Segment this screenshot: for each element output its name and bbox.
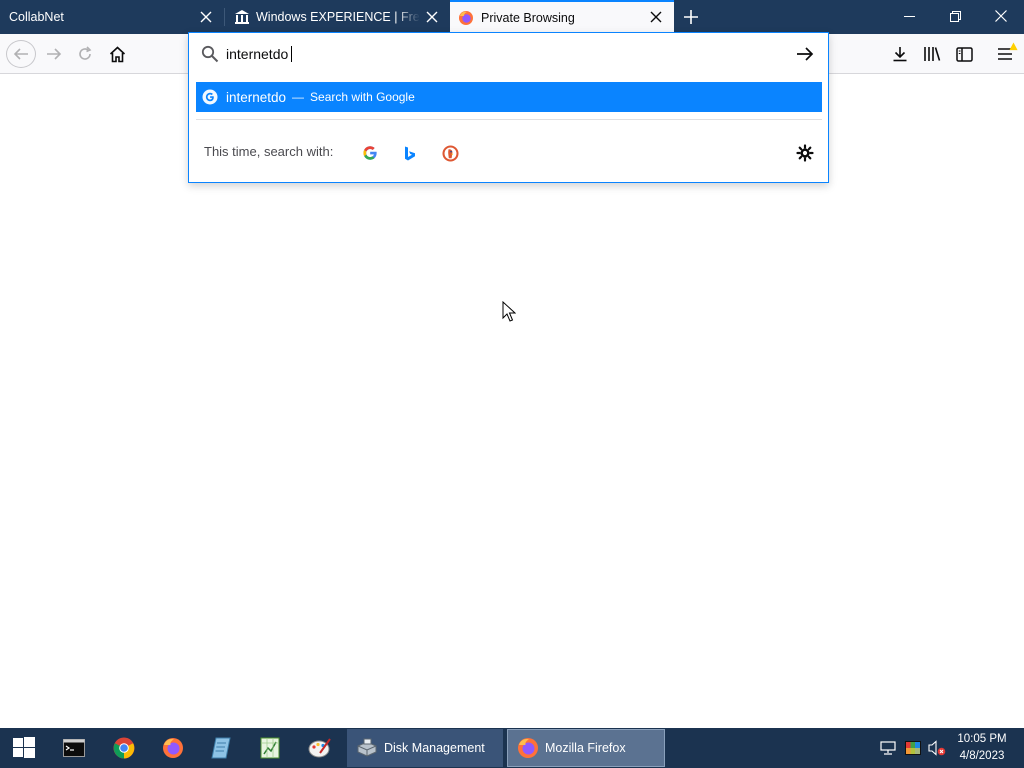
- minimize-button[interactable]: [886, 0, 932, 32]
- museum-icon: [234, 9, 250, 25]
- taskbar-app-label: Disk Management: [384, 741, 485, 755]
- suggestion-text: internetdo: [226, 89, 287, 105]
- minimize-icon: [903, 15, 915, 17]
- search-settings-button[interactable]: [793, 141, 817, 165]
- duckduckgo-icon: [441, 144, 459, 162]
- taskbar-mozilla-firefox[interactable]: Mozilla Firefox: [507, 729, 665, 767]
- home-icon: [109, 45, 125, 62]
- mouse-cursor-icon: [502, 301, 516, 322]
- restore-icon: [949, 10, 961, 22]
- suggestion-action: Search with Google: [310, 90, 415, 104]
- sidebar-button[interactable]: [950, 40, 978, 68]
- taskbar-firefox[interactable]: [153, 732, 193, 764]
- tab-collabnet[interactable]: CollabNet: [0, 0, 224, 34]
- clock-time: 10:05 PM: [957, 733, 1007, 745]
- firefox-icon: [517, 737, 539, 759]
- network-tray-icon[interactable]: [879, 738, 897, 758]
- tab-windows-experience[interactable]: Windows EXPERIENCE | Freestyle: [225, 0, 450, 34]
- home-button[interactable]: [103, 40, 131, 68]
- taskbar-paint[interactable]: [300, 732, 340, 764]
- close-tab-icon[interactable]: [424, 9, 440, 25]
- disk-management-icon: [356, 737, 378, 759]
- urlbar: [189, 33, 828, 75]
- taskbar: Disk Management Mozilla Firefox 10:05 PM…: [0, 728, 1024, 768]
- one-off-search-label: This time, search with:: [204, 144, 334, 159]
- search-suggestion-row[interactable]: internetdo — Search with Google: [196, 82, 822, 112]
- arrow-right-icon: [797, 47, 814, 61]
- close-tab-icon[interactable]: [648, 9, 664, 25]
- bing-search-engine-button[interactable]: [398, 141, 422, 165]
- back-icon: [13, 48, 28, 60]
- chrome-icon: [113, 737, 135, 759]
- google-search-engine-button[interactable]: [358, 141, 382, 165]
- notepad-icon: [211, 737, 231, 759]
- downloads-button[interactable]: [886, 40, 914, 68]
- windows-logo-icon: [13, 737, 35, 758]
- duckduckgo-search-engine-button[interactable]: [438, 141, 462, 165]
- tab-title: Private Browsing: [481, 11, 575, 25]
- url-input[interactable]: [226, 43, 786, 65]
- restore-button[interactable]: [932, 0, 978, 32]
- gear-icon: [796, 144, 814, 162]
- google-icon: [202, 89, 218, 105]
- suggestion-separator: —: [292, 90, 305, 104]
- taskbar-spreadsheet[interactable]: [250, 732, 290, 764]
- taskbar-notepad[interactable]: [201, 732, 241, 764]
- firefox-icon: [458, 10, 474, 26]
- forward-button[interactable]: [40, 40, 68, 68]
- start-button[interactable]: [4, 732, 44, 764]
- reload-button[interactable]: [71, 40, 99, 68]
- tab-strip: CollabNet Windows EXPERIENCE | Freestyle…: [0, 0, 1024, 34]
- taskbar-app-label: Mozilla Firefox: [545, 741, 626, 755]
- taskbar-chrome[interactable]: [104, 732, 144, 764]
- taskbar-disk-management[interactable]: Disk Management: [347, 729, 503, 767]
- bing-icon: [405, 146, 415, 160]
- command-prompt-icon: [63, 739, 85, 757]
- tab-title: Windows EXPERIENCE | Freestyle: [256, 10, 420, 24]
- system-clock[interactable]: 10:05 PM 4/8/2023: [952, 731, 1012, 765]
- volume-muted-tray-icon[interactable]: [928, 738, 946, 758]
- google-icon: [363, 146, 377, 160]
- paint-icon: [308, 738, 331, 758]
- forward-icon: [47, 48, 62, 60]
- text-caret: [291, 46, 292, 62]
- plus-icon: [684, 10, 698, 24]
- tab-title: CollabNet: [9, 10, 64, 24]
- reload-icon: [79, 46, 92, 60]
- spreadsheet-icon: [260, 737, 280, 759]
- close-tab-icon[interactable]: [198, 9, 214, 25]
- search-icon: [201, 45, 219, 63]
- clock-date: 4/8/2023: [959, 750, 1005, 762]
- divider: [196, 119, 822, 120]
- new-tab-button[interactable]: [680, 7, 702, 27]
- update-badge-icon: [1009, 42, 1018, 51]
- back-button[interactable]: [6, 40, 36, 68]
- library-icon: [924, 47, 941, 61]
- taskbar-command-prompt[interactable]: [54, 732, 94, 764]
- firefox-icon: [163, 738, 183, 758]
- urlbar-dropdown: internetdo — Search with Google This tim…: [188, 32, 829, 183]
- sidebar-icon: [955, 46, 973, 62]
- library-button[interactable]: [918, 40, 946, 68]
- close-icon: [995, 10, 1007, 22]
- go-button[interactable]: [795, 44, 815, 64]
- close-window-button[interactable]: [978, 0, 1024, 32]
- app-menu-button[interactable]: [991, 40, 1019, 68]
- tab-private-browsing[interactable]: Private Browsing: [450, 0, 674, 34]
- download-icon: [893, 47, 907, 62]
- color-profile-tray-icon[interactable]: [904, 738, 922, 758]
